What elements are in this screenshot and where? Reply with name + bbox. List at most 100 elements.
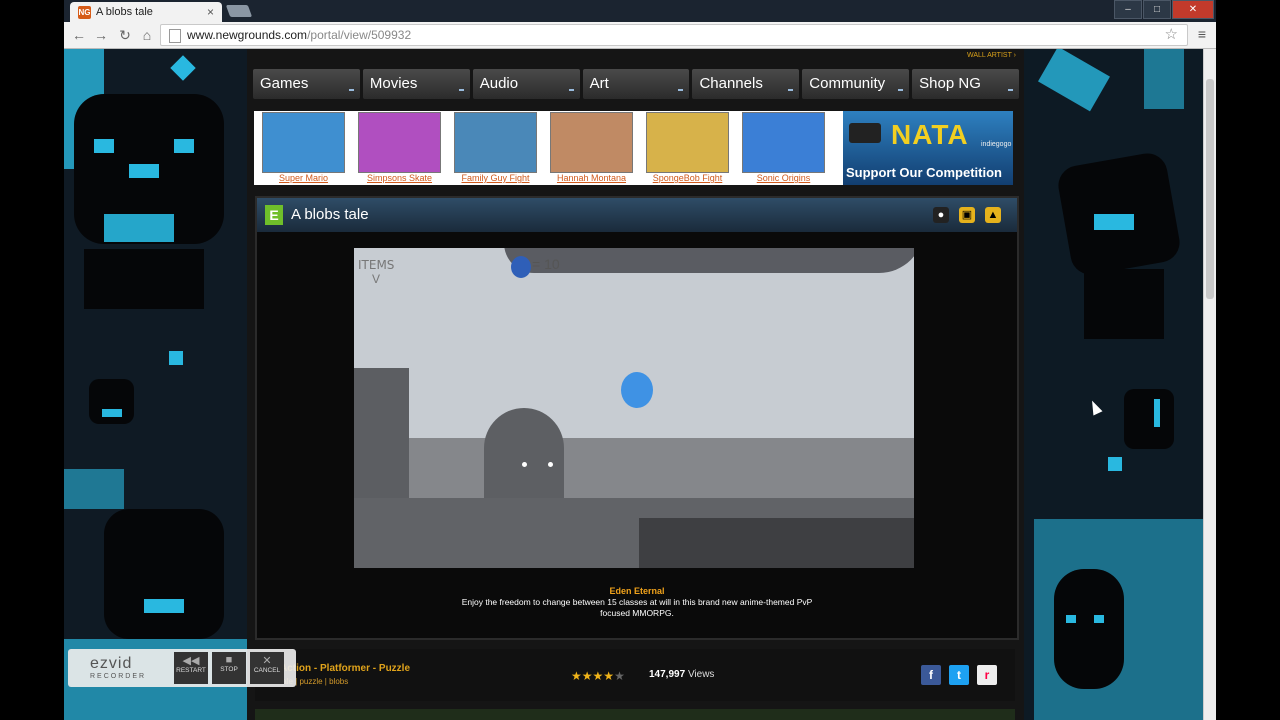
views-number: 147,997 bbox=[649, 669, 686, 680]
tag-link[interactable]: blobs bbox=[329, 677, 348, 686]
cancel-button[interactable]: ✕ CANCEL bbox=[250, 652, 284, 684]
featured-label: Hannah Montana bbox=[556, 173, 627, 183]
restart-button[interactable]: ◀◀ RESTART bbox=[174, 652, 208, 684]
star-icon: ★ bbox=[581, 669, 593, 683]
stop-button[interactable]: ■ STOP bbox=[212, 652, 246, 684]
browser-tabstrip: NG A blobs tale × – □ ✕ bbox=[64, 0, 1216, 22]
ezvid-recorder: ezvid RECORDER ◀◀ RESTART ■ STOP ✕ CANCEL bbox=[68, 649, 296, 687]
featured-label: Super Mario bbox=[278, 173, 329, 183]
ad-text[interactable]: Eden Eternal Enjoy the freedom to change… bbox=[257, 586, 1017, 619]
bookmark-star-icon[interactable]: ☆ bbox=[1165, 25, 1178, 43]
maximize-button[interactable]: □ bbox=[1143, 0, 1171, 19]
chrome-menu-icon[interactable]: ≡ bbox=[1198, 26, 1206, 42]
new-tab-button[interactable] bbox=[225, 5, 253, 17]
featured-item[interactable]: SpongeBob Fight bbox=[646, 111, 729, 185]
tank-icon bbox=[849, 123, 881, 143]
content-column: WALL ARTIST › Games Movies Audio Art Cha… bbox=[247, 49, 1024, 720]
popout-icon[interactable]: ▣ bbox=[959, 207, 975, 223]
hud-items-label: ITEMS bbox=[358, 258, 395, 272]
nav-games[interactable]: Games bbox=[253, 69, 360, 99]
restart-label: RESTART bbox=[176, 667, 206, 674]
facebook-icon[interactable]: f bbox=[921, 665, 941, 685]
shadow-blob-eye bbox=[522, 462, 527, 467]
ad-line-1: Enjoy the freedom to change between 15 c… bbox=[461, 597, 813, 607]
url-host: www.newgrounds.com bbox=[187, 28, 308, 42]
page-scrollbar[interactable] bbox=[1203, 49, 1216, 720]
page-icon bbox=[169, 28, 181, 43]
rewind-icon: ◀◀ bbox=[182, 655, 200, 667]
ad-line-2: focused MMORPG. bbox=[600, 608, 674, 618]
featured-item[interactable]: Sonic Origins bbox=[742, 111, 825, 185]
thumbnail bbox=[646, 112, 729, 173]
ezvid-logo: ezvid bbox=[90, 655, 133, 672]
nav-shop[interactable]: Shop NG bbox=[912, 69, 1020, 99]
minimize-button[interactable]: – bbox=[1114, 0, 1142, 19]
cancel-label: CANCEL bbox=[253, 667, 281, 674]
tab-title: A blobs tale bbox=[96, 6, 153, 18]
thumbnail bbox=[262, 112, 345, 173]
ad-heading: Eden Eternal bbox=[609, 586, 665, 596]
back-icon[interactable]: ← bbox=[70, 26, 88, 44]
search-icon[interactable]: ● bbox=[933, 207, 949, 223]
featured-item[interactable]: Family Guy Fight bbox=[454, 111, 537, 185]
view-count: 147,997 Views bbox=[649, 669, 714, 680]
thumbnail bbox=[358, 112, 441, 173]
promo-sub: indiegogo bbox=[981, 141, 1012, 148]
forward-icon[interactable]: → bbox=[92, 26, 110, 44]
featured-label: SpongeBob Fight bbox=[652, 173, 723, 183]
game-title-bar: E A blobs tale ● ▣ ▲ bbox=[257, 198, 1017, 232]
main-nav: Games Movies Audio Art Channels Communit… bbox=[253, 69, 1020, 99]
views-label: Views bbox=[687, 669, 715, 680]
star-icon: ★ bbox=[603, 669, 615, 683]
window-controls: – □ ✕ bbox=[1114, 0, 1214, 19]
star-icon: ★ bbox=[571, 669, 582, 683]
wallpaper-right bbox=[1024, 49, 1204, 720]
game-panel: E A blobs tale ● ▣ ▲ ITEMS V = 10 Eden E… bbox=[255, 196, 1019, 640]
stop-label: STOP bbox=[220, 666, 238, 673]
featured-item[interactable]: Super Mario bbox=[262, 111, 345, 185]
featured-label: Family Guy Fight bbox=[461, 173, 530, 183]
featured-games: Super Mario Simpsons Skate Family Guy Fi… bbox=[254, 111, 845, 185]
nav-movies[interactable]: Movies bbox=[362, 69, 470, 99]
ground-front bbox=[639, 518, 914, 568]
game-info-bar: Action - Platformer - Puzzle tale | puzz… bbox=[255, 649, 1015, 701]
reddit-icon[interactable]: r bbox=[977, 665, 997, 685]
rating-e-icon: E bbox=[265, 205, 283, 225]
close-window-button[interactable]: ✕ bbox=[1172, 0, 1214, 19]
promo-banner[interactable]: NATA indiegogo Support Our Competition bbox=[843, 111, 1013, 185]
browser-tab[interactable]: NG A blobs tale × bbox=[70, 2, 222, 22]
tab-close-icon[interactable]: × bbox=[207, 5, 214, 19]
wall-artist-link[interactable]: WALL ARTIST › bbox=[967, 52, 1016, 59]
genre-label[interactable]: Action - Platformer - Puzzle bbox=[280, 663, 410, 674]
star-rating[interactable]: ★★★★★ bbox=[571, 669, 625, 683]
url-path: /portal/view/509932 bbox=[307, 28, 412, 42]
promo-logo: NATA bbox=[891, 119, 969, 150]
blob-counter-icon bbox=[511, 256, 531, 278]
star-empty-icon: ★ bbox=[614, 669, 625, 683]
bottom-strip bbox=[255, 709, 1015, 720]
game-canvas[interactable]: ITEMS V = 10 bbox=[354, 248, 914, 568]
stop-icon: ■ bbox=[225, 654, 233, 666]
wallpaper-left bbox=[64, 49, 247, 720]
featured-item[interactable]: Simpsons Skate bbox=[358, 111, 441, 185]
favorite-icon[interactable]: ▲ bbox=[985, 207, 1001, 223]
nav-art[interactable]: Art bbox=[582, 69, 690, 99]
shadow-blob-eye bbox=[548, 462, 553, 467]
screen: NG A blobs tale × – □ ✕ ← → ↻ ⌂ www.newg… bbox=[64, 0, 1216, 720]
reload-icon[interactable]: ↻ bbox=[116, 26, 134, 44]
address-bar[interactable]: www.newgrounds.com/portal/view/509932 bbox=[160, 24, 1188, 46]
twitter-icon[interactable]: t bbox=[949, 665, 969, 685]
nav-channels[interactable]: Channels bbox=[692, 69, 800, 99]
featured-item[interactable]: Hannah Montana bbox=[550, 111, 633, 185]
nav-community[interactable]: Community bbox=[802, 69, 910, 99]
player-blob bbox=[621, 372, 653, 408]
newgrounds-favicon-icon: NG bbox=[78, 5, 91, 19]
tag-link[interactable]: puzzle bbox=[299, 677, 322, 686]
page-viewport: WALL ARTIST › Games Movies Audio Art Cha… bbox=[64, 49, 1204, 720]
cloud-ceiling bbox=[504, 248, 914, 273]
nav-audio[interactable]: Audio bbox=[472, 69, 580, 99]
thumbnail bbox=[550, 112, 633, 173]
home-icon[interactable]: ⌂ bbox=[138, 26, 156, 44]
scrollbar-thumb[interactable] bbox=[1206, 79, 1214, 299]
hud-arrow: V bbox=[372, 272, 381, 286]
